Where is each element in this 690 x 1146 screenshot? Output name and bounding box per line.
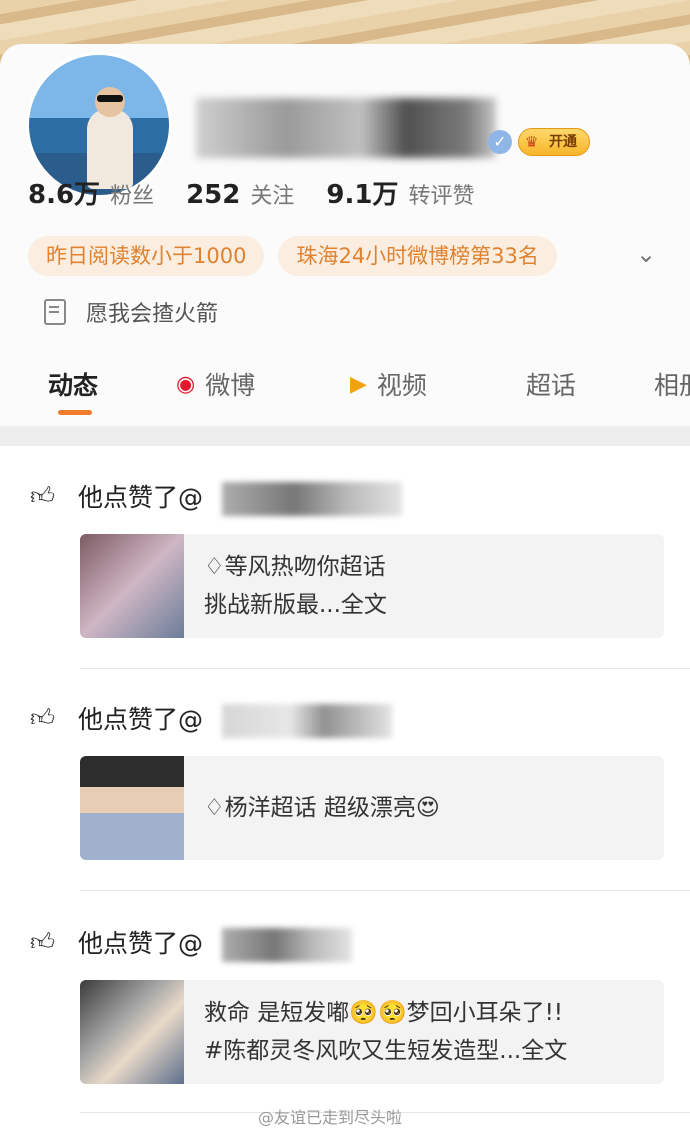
- post-line: #陈都灵冬风吹又生短发造型...全文: [204, 1038, 568, 1064]
- like-action-text: 他点赞了@: [78, 705, 204, 734]
- bio: 愿我会揸火箭: [44, 296, 218, 328]
- liked-user-blurred[interactable]: [222, 482, 402, 516]
- liked-user-blurred[interactable]: [222, 928, 352, 962]
- profile-stats: 8.6万 粉丝 252 关注 9.1万 转评赞: [28, 174, 506, 218]
- liked-post-card[interactable]: 救命 是短发嘟🥺🥺梦回小耳朵了!! #陈都灵冬风吹又生短发造型...全文: [80, 980, 664, 1084]
- tab-video[interactable]: ▶ 视频: [350, 360, 427, 408]
- profile-badges: 昨日阅读数小于1000 珠海24小时微博榜第33名: [28, 236, 571, 276]
- thumbs-up-icon: 👍︎: [30, 704, 56, 732]
- tab-weibo[interactable]: ◉ 微博: [176, 360, 255, 408]
- crown-icon: ♛: [525, 133, 539, 151]
- document-icon: [44, 299, 66, 325]
- profile-tabs: 动态 ◉ 微博 ▶ 视频 超话 相册: [0, 360, 690, 416]
- post-thumbnail: [80, 980, 184, 1084]
- list-item: 👍︎ 他点赞了@ ♢等风热吻你超话 挑战新版最...全文: [0, 476, 690, 700]
- badge-reads[interactable]: 昨日阅读数小于1000: [28, 236, 265, 276]
- post-line: ♢等风热吻你超话: [204, 554, 386, 580]
- list-item: 👍︎ 他点赞了@ ♢杨洋超话 超级漂亮😍: [0, 698, 690, 922]
- active-tab-indicator: [58, 410, 92, 415]
- post-line: 挑战新版最...全文: [204, 592, 387, 618]
- thumbs-up-icon: 👍︎: [30, 482, 56, 510]
- bio-text: 愿我会揸火箭: [86, 302, 219, 327]
- section-separator: [0, 426, 690, 446]
- tab-activity[interactable]: 动态: [48, 360, 98, 408]
- vip-button[interactable]: ♛ 开通: [518, 128, 590, 156]
- like-action-text: 他点赞了@: [78, 483, 204, 512]
- weibo-icon: ◉: [176, 371, 196, 397]
- stat-reposts[interactable]: 9.1万 转评赞: [326, 174, 474, 211]
- like-action-text: 他点赞了@: [78, 929, 204, 958]
- post-thumbnail: [80, 534, 184, 638]
- chevron-down-icon[interactable]: ⌄: [636, 240, 664, 268]
- stat-following[interactable]: 252 关注: [186, 178, 294, 210]
- verified-icon: ✓: [488, 130, 512, 154]
- tab-super-topic[interactable]: 超话: [526, 360, 576, 408]
- liked-post-card[interactable]: ♢杨洋超话 超级漂亮😍: [80, 756, 664, 860]
- vip-label: 开通: [549, 134, 577, 150]
- username-blurred: [196, 98, 496, 158]
- divider: [80, 668, 690, 669]
- post-line: ♢杨洋超话 超级漂亮😍: [204, 795, 440, 821]
- thumbs-up-icon: 👍︎: [30, 928, 56, 956]
- liked-user-blurred[interactable]: [222, 704, 392, 738]
- watermark: @友谊已走到尽头啦: [258, 1108, 403, 1127]
- divider: [80, 890, 690, 891]
- stat-followers[interactable]: 8.6万 粉丝: [28, 174, 154, 211]
- post-thumbnail: [80, 756, 184, 860]
- liked-post-card[interactable]: ♢等风热吻你超话 挑战新版最...全文: [80, 534, 664, 638]
- video-icon: ▶: [350, 371, 367, 397]
- tab-album[interactable]: 相册: [654, 360, 690, 408]
- badge-ranking[interactable]: 珠海24小时微博榜第33名: [278, 236, 557, 276]
- post-line: 救命 是短发嘟🥺🥺梦回小耳朵了!!: [204, 1000, 564, 1026]
